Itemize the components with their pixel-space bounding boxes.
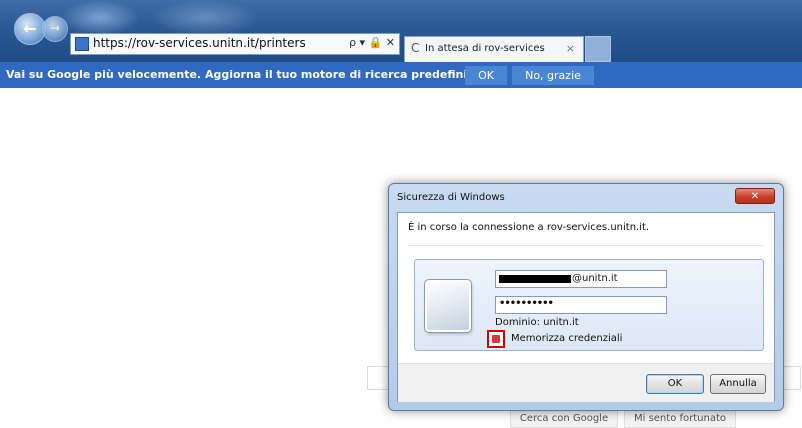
windows-security-dialog: Sicurezza di Windows ✕ È in corso la con…: [388, 183, 784, 411]
password-field[interactable]: ••••••••••: [495, 296, 667, 314]
notification-no-thanks-button[interactable]: No, grazie: [512, 66, 594, 85]
loading-spinner-icon: C: [411, 41, 420, 55]
username-field[interactable]: @unitn.it: [495, 270, 667, 288]
dialog-title: Sicurezza di Windows: [397, 192, 505, 203]
remember-credentials-label[interactable]: Memorizza credenziali: [511, 333, 622, 344]
checkbox-check-icon: [492, 335, 500, 343]
tab-title: In attesa di rov-services: [425, 43, 545, 54]
dialog-body: È in corso la connessione a rov-services…: [397, 212, 775, 402]
tab-close-icon[interactable]: ×: [566, 42, 575, 55]
notification-message: Vai su Google più velocemente. Aggiorna …: [6, 68, 485, 81]
redacted-username: [499, 275, 571, 283]
username-domain-suffix: @unitn.it: [572, 273, 618, 284]
divider: [408, 245, 764, 246]
dialog-close-button[interactable]: ✕: [735, 188, 775, 204]
toolbar-glow: [60, 0, 140, 36]
cancel-button[interactable]: Annulla: [710, 374, 766, 394]
connection-message: È in corso la connessione a rov-services…: [408, 222, 650, 233]
password-mask: ••••••••••: [499, 298, 554, 309]
notification-bar: Vai su Google più velocemente. Aggiorna …: [0, 62, 802, 88]
user-avatar-icon: [424, 279, 472, 333]
address-bar-icons[interactable]: ρ ▾ 🔒 ✕: [349, 36, 395, 49]
address-url[interactable]: https://rov-services.unitn.it/printers: [93, 36, 306, 50]
site-favicon-icon: [75, 37, 89, 51]
ok-button[interactable]: OK: [646, 374, 704, 394]
domain-label: Dominio: unitn.it: [495, 317, 579, 328]
address-bar[interactable]: https://rov-services.unitn.it/printers ρ…: [70, 33, 400, 55]
forward-button[interactable]: →: [42, 16, 68, 42]
tab-loading[interactable]: C In attesa di rov-services ×: [404, 36, 584, 62]
credential-tile: @unitn.it •••••••••• Dominio: unitn.it M…: [414, 259, 764, 351]
toolbar-glow: [150, 0, 260, 36]
notification-ok-button[interactable]: OK: [465, 66, 507, 85]
google-search-button[interactable]: Cerca con Google: [510, 410, 618, 428]
dialog-footer: OK Annulla: [398, 363, 774, 402]
remember-credentials-checkbox[interactable]: [487, 330, 505, 348]
browser-toolbar: ← → https://rov-services.unitn.it/printe…: [0, 0, 802, 62]
new-tab-button[interactable]: [585, 36, 611, 62]
feeling-lucky-button[interactable]: Mi sento fortunato: [624, 410, 736, 428]
